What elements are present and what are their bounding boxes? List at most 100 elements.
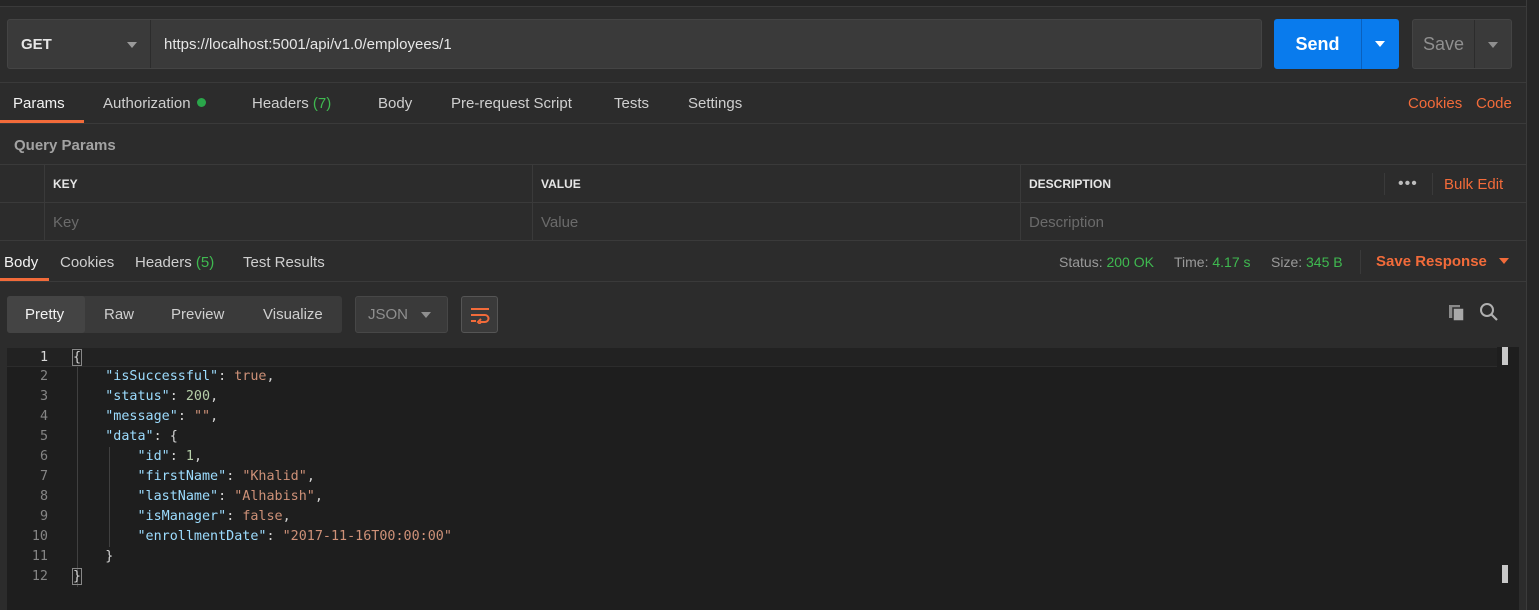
code-line: 4 "message": "", bbox=[7, 407, 1497, 427]
code-line: 9 "isManager": false, bbox=[7, 507, 1497, 527]
tab-response-cookies[interactable]: Cookies bbox=[60, 254, 114, 271]
tab-headers[interactable]: Headers (7) bbox=[252, 95, 331, 112]
code-text: "lastName": "Alhabish", bbox=[137, 489, 323, 504]
description-input[interactable]: Description bbox=[1020, 203, 1526, 241]
query-params-title: Query Params bbox=[14, 137, 116, 154]
value-isManager: false bbox=[242, 509, 283, 524]
tab-authorization-label: Authorization bbox=[103, 95, 191, 112]
top-strip bbox=[0, 0, 1539, 7]
chevron-down-icon bbox=[1488, 42, 1498, 48]
request-tabs: Params Authorization Headers (7) Body Pr… bbox=[0, 82, 1526, 124]
column-header-key: KEY bbox=[44, 165, 532, 203]
code-text: "status": 200, bbox=[105, 389, 219, 404]
table-row: Key Value Description bbox=[0, 203, 1526, 241]
status-label: Status: bbox=[1059, 254, 1103, 270]
code-text: "isSuccessful": true, bbox=[105, 369, 275, 384]
time-label: Time: bbox=[1174, 254, 1209, 270]
tab-authorization[interactable]: Authorization bbox=[103, 95, 206, 112]
tab-params[interactable]: Params bbox=[13, 95, 65, 112]
code-text: "id": 1, bbox=[137, 449, 203, 464]
copy-icon[interactable] bbox=[1447, 303, 1467, 323]
headers-count: (7) bbox=[312, 95, 332, 112]
url-input[interactable]: https://localhost:5001/api/v1.0/employee… bbox=[151, 20, 1261, 68]
format-pretty[interactable]: Pretty bbox=[25, 306, 64, 323]
chevron-down-icon bbox=[1375, 41, 1385, 47]
code-line: 7 "firstName": "Khalid", bbox=[7, 467, 1497, 487]
format-visualize[interactable]: Visualize bbox=[263, 306, 323, 323]
format-raw[interactable]: Raw bbox=[104, 306, 134, 323]
tab-settings[interactable]: Settings bbox=[688, 95, 742, 112]
code-line: 3 "status": 200, bbox=[7, 387, 1497, 407]
value-isSuccessful: true bbox=[234, 369, 267, 384]
size-label: Size: bbox=[1271, 254, 1303, 270]
tab-tests[interactable]: Tests bbox=[614, 95, 649, 112]
line-number: 11 bbox=[31, 549, 48, 564]
value-input[interactable]: Value bbox=[532, 203, 1020, 241]
line-number: 10 bbox=[31, 529, 48, 544]
response-body-editor[interactable]: 1 { 2 "isSuccessful": true, 3 "status": … bbox=[7, 347, 1519, 610]
tab-response-headers[interactable]: Headers (5) bbox=[135, 254, 214, 271]
code-line: 11 } bbox=[7, 547, 1497, 567]
language-label: JSON bbox=[368, 306, 409, 323]
cookies-link[interactable]: Cookies bbox=[1408, 95, 1462, 112]
format-preview[interactable]: Preview bbox=[171, 306, 224, 323]
query-params-table: KEY VALUE DESCRIPTION ••• Bulk Edit Key … bbox=[0, 164, 1526, 241]
chevron-down-icon bbox=[1498, 258, 1509, 264]
send-dropdown[interactable] bbox=[1361, 19, 1399, 69]
method-select[interactable]: GET bbox=[8, 20, 151, 68]
save-response-label: Save Response bbox=[1376, 253, 1487, 270]
search-icon[interactable] bbox=[1479, 302, 1499, 322]
url-text: https://localhost:5001/api/v1.0/employee… bbox=[164, 35, 452, 53]
line-number: 4 bbox=[39, 409, 48, 424]
window-scrollbar[interactable] bbox=[1526, 0, 1539, 610]
code-line: 2 "isSuccessful": true, bbox=[7, 367, 1497, 387]
code-text: { bbox=[71, 349, 83, 366]
line-number: 1 bbox=[39, 350, 48, 365]
response-headers-count: (5) bbox=[195, 254, 215, 271]
divider bbox=[1360, 250, 1361, 274]
chevron-down-icon bbox=[127, 42, 137, 48]
wrap-lines-button[interactable] bbox=[461, 296, 498, 333]
tab-prerequest-script[interactable]: Pre-request Script bbox=[451, 95, 572, 112]
code-line: 12 } bbox=[7, 567, 1497, 587]
tab-test-results[interactable]: Test Results bbox=[243, 254, 325, 271]
code-text: "data": { bbox=[105, 429, 178, 444]
language-select[interactable]: JSON bbox=[355, 296, 448, 333]
active-tab-indicator bbox=[0, 120, 84, 123]
tab-response-headers-label: Headers bbox=[135, 254, 192, 271]
code-line: 6 "id": 1, bbox=[7, 447, 1497, 467]
divider bbox=[1432, 173, 1433, 195]
more-options-icon[interactable]: ••• bbox=[1398, 175, 1418, 193]
save-response-button[interactable]: Save Response bbox=[1376, 253, 1509, 270]
line-number: 6 bbox=[39, 449, 48, 464]
status-readout: Status: 200 OK bbox=[1059, 254, 1154, 270]
key-input[interactable]: Key bbox=[44, 203, 532, 241]
tab-response-body[interactable]: Body bbox=[4, 254, 38, 271]
save-dropdown[interactable] bbox=[1474, 20, 1511, 68]
status-value: 200 OK bbox=[1106, 254, 1154, 270]
chevron-down-icon bbox=[421, 312, 431, 318]
status-dot-icon bbox=[196, 98, 206, 107]
save-button[interactable]: Save bbox=[1412, 19, 1512, 69]
save-label: Save bbox=[1422, 33, 1465, 54]
line-number: 12 bbox=[31, 569, 48, 584]
scrollbar-marker bbox=[1502, 347, 1508, 365]
time-value: 4.17 s bbox=[1212, 254, 1251, 270]
active-tab-indicator bbox=[0, 278, 49, 281]
value-message: "" bbox=[193, 409, 211, 424]
code-line: 8 "lastName": "Alhabish", bbox=[7, 487, 1497, 507]
code-text: } bbox=[73, 549, 114, 564]
divider bbox=[1384, 173, 1385, 195]
code-link[interactable]: Code bbox=[1476, 95, 1512, 112]
bulk-edit-link[interactable]: Bulk Edit bbox=[1444, 176, 1503, 193]
send-button[interactable]: Send bbox=[1274, 19, 1399, 69]
line-number: 8 bbox=[39, 489, 48, 504]
tab-body[interactable]: Body bbox=[378, 95, 412, 112]
code-line: 5 "data": { bbox=[7, 427, 1497, 447]
line-number: 3 bbox=[39, 389, 48, 404]
table-header-row: KEY VALUE DESCRIPTION ••• Bulk Edit bbox=[0, 165, 1526, 203]
line-number: 5 bbox=[39, 429, 48, 444]
code-line: 1 { bbox=[7, 347, 1497, 367]
editor-scrollbar[interactable] bbox=[1499, 347, 1513, 610]
value-enrollmentDate: "2017-11-16T00:00:00" bbox=[282, 529, 452, 544]
